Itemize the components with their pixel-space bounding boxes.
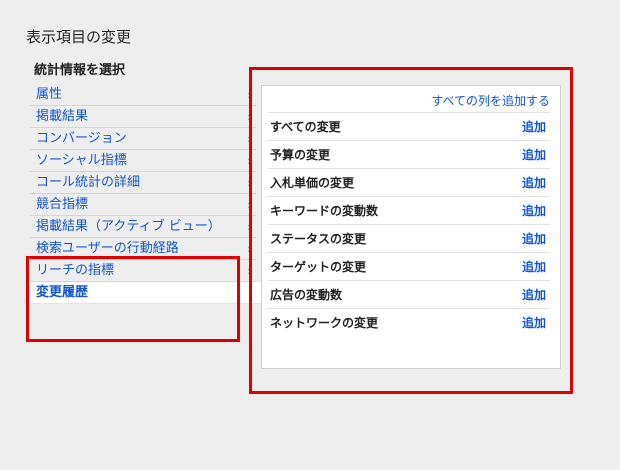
add-column-link[interactable]: 追加: [522, 113, 546, 141]
chevron-right-icon: ›: [247, 264, 252, 278]
add-column-link[interactable]: 追加: [522, 281, 546, 309]
category-item-performance[interactable]: 掲載結果 ›: [30, 106, 256, 128]
category-item-reach[interactable]: リーチの指標 ›: [30, 260, 256, 282]
category-item-attributes[interactable]: 属性 ›: [30, 84, 256, 106]
category-list: 属性 › 掲載結果 › コンバージョン › ソーシャル指標 › コール統計の詳細…: [30, 84, 268, 304]
column-row: ターゲットの変更 追加: [268, 252, 550, 280]
column-name: 予算の変更: [270, 148, 331, 162]
chevron-right-icon: ›: [247, 132, 252, 146]
column-row: キーワードの変動数 追加: [268, 196, 550, 224]
chevron-right-icon: ›: [247, 154, 252, 168]
chevron-right-icon: ›: [247, 242, 252, 256]
chevron-right-icon: ›: [247, 88, 252, 102]
column-row: 入札単価の変更 追加: [268, 168, 550, 196]
column-list: すべての変更 追加 予算の変更 追加 入札単価の変更 追加 キーワードの変動数 …: [268, 112, 550, 336]
category-item-competitive[interactable]: 競合指標 ›: [30, 194, 256, 216]
add-column-link[interactable]: 追加: [522, 197, 546, 225]
add-column-link[interactable]: 追加: [522, 309, 546, 337]
page-title: 表示項目の変更: [26, 28, 132, 46]
category-label: 検索ユーザーの行動経路: [36, 241, 179, 256]
category-label: 変更履歴: [36, 285, 89, 300]
category-item-active-view[interactable]: 掲載結果（アクティブ ビュー） ›: [30, 216, 256, 238]
column-name: 広告の変動数: [270, 288, 343, 302]
category-item-change-history[interactable]: 変更履歴: [30, 282, 268, 304]
column-row: ネットワークの変更 追加: [268, 308, 550, 336]
column-name: ターゲットの変更: [270, 260, 367, 274]
add-column-link[interactable]: 追加: [522, 141, 546, 169]
category-item-social[interactable]: ソーシャル指標 ›: [30, 150, 256, 172]
category-item-call-details[interactable]: コール統計の詳細 ›: [30, 172, 256, 194]
column-name: ネットワークの変更: [270, 316, 379, 330]
column-name: ステータスの変更: [270, 232, 367, 246]
column-name: キーワードの変動数: [270, 204, 379, 218]
category-label: コンバージョン: [36, 131, 127, 146]
chevron-right-icon: ›: [247, 176, 252, 190]
category-label: コール統計の詳細: [36, 175, 141, 190]
add-column-link[interactable]: 追加: [522, 225, 546, 253]
columns-panel: すべての列を追加する すべての変更 追加 予算の変更 追加 入札単価の変更 追加…: [261, 85, 561, 369]
column-row: すべての変更 追加: [268, 112, 550, 140]
category-label: 競合指標: [36, 197, 89, 212]
category-label: ソーシャル指標: [36, 153, 127, 168]
add-column-link[interactable]: 追加: [522, 253, 546, 281]
category-item-conversions[interactable]: コンバージョン ›: [30, 128, 256, 150]
chevron-right-icon: ›: [247, 110, 252, 124]
category-label: リーチの指標: [36, 263, 115, 278]
add-column-link[interactable]: 追加: [522, 169, 546, 197]
column-row: ステータスの変更 追加: [268, 224, 550, 252]
section-title: 統計情報を選択: [34, 63, 126, 78]
column-name: 入札単価の変更: [270, 176, 355, 190]
category-label: 掲載結果: [36, 109, 89, 124]
category-label: 掲載結果（アクティブ ビュー）: [36, 219, 221, 234]
chevron-right-icon: ›: [247, 220, 252, 234]
column-row: 予算の変更 追加: [268, 140, 550, 168]
add-all-columns-link[interactable]: すべての列を追加する: [431, 92, 550, 109]
column-name: すべての変更: [270, 120, 341, 134]
chevron-right-icon: ›: [247, 198, 252, 212]
category-label: 属性: [36, 87, 63, 102]
category-item-search-funnel[interactable]: 検索ユーザーの行動経路 ›: [30, 238, 256, 260]
column-row: 広告の変動数 追加: [268, 280, 550, 308]
